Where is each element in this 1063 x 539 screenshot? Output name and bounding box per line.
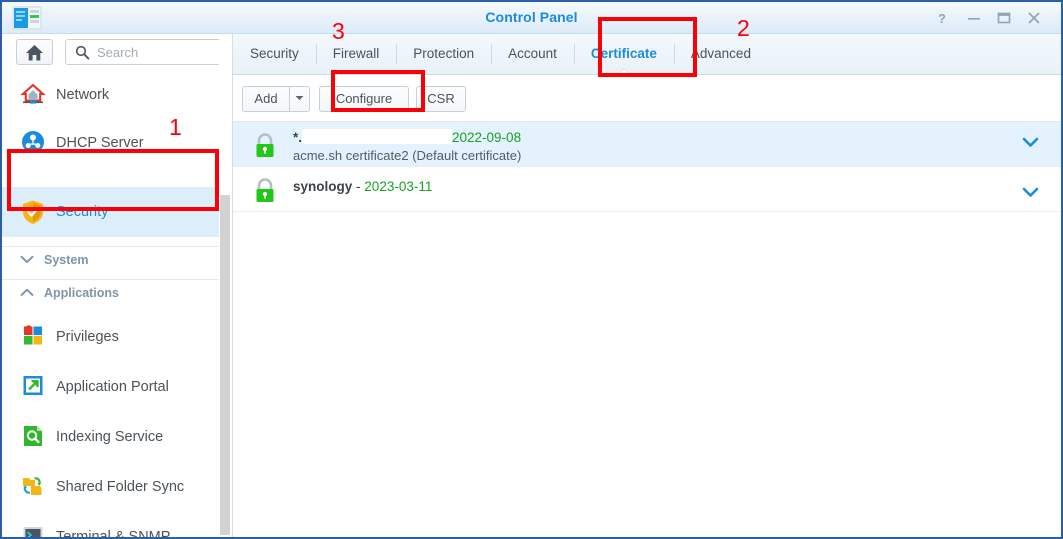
- certificate-name-line: synology - 2023-03-11: [293, 179, 432, 194]
- minimize-button[interactable]: [963, 9, 985, 27]
- tab-security[interactable]: Security: [233, 33, 316, 74]
- sidebar-scrollbar-thumb[interactable]: [220, 195, 230, 535]
- security-shield-icon: [20, 199, 50, 225]
- certificate-name-line: *. 2022-09-08: [293, 129, 521, 145]
- toolbar: Add Configure CSR: [233, 75, 1061, 122]
- sidebar: Network DHCP Server: [2, 34, 233, 537]
- title-bar[interactable]: Control Panel ?: [2, 2, 1061, 34]
- csr-button[interactable]: CSR: [416, 86, 466, 112]
- shared-folder-sync-icon: [20, 474, 50, 500]
- sidebar-item-privileges[interactable]: Privileges: [2, 313, 220, 361]
- chevron-down-icon[interactable]: [1022, 185, 1039, 203]
- main-panel: Security Firewall Protection Account Cer…: [233, 34, 1061, 537]
- certificate-date: 2022-09-08: [452, 130, 522, 145]
- add-dropdown-button[interactable]: [289, 86, 310, 112]
- svg-text:?: ?: [938, 11, 946, 25]
- tab-firewall[interactable]: Firewall: [315, 33, 397, 74]
- home-button[interactable]: [16, 39, 53, 65]
- sidebar-item-security[interactable]: Security: [2, 187, 220, 237]
- redaction-block: [302, 129, 453, 144]
- maximize-button[interactable]: [993, 9, 1015, 27]
- network-icon: [20, 82, 50, 108]
- terminal-snmp-icon: [20, 524, 50, 537]
- chevron-up-icon: [20, 286, 42, 300]
- tab-protection[interactable]: Protection: [396, 33, 491, 74]
- tab-certificate[interactable]: Certificate: [573, 33, 674, 75]
- sidebar-item-label: Network: [56, 87, 110, 103]
- sidebar-item-dhcp-server[interactable]: DHCP Server: [2, 119, 220, 167]
- sidebar-section-applications[interactable]: Applications: [2, 279, 220, 305]
- certificate-list: *. 2022-09-08 acme.sh certificate2 (Defau…: [233, 122, 1061, 537]
- control-panel-window: Control Panel ? Search Network DHCP Serv…: [0, 0, 1063, 539]
- search-box[interactable]: [65, 39, 225, 65]
- configure-button[interactable]: Configure: [319, 86, 409, 112]
- search-icon: [75, 45, 90, 65]
- sidebar-item-label: Application Portal: [56, 379, 169, 395]
- sidebar-scrollbar[interactable]: [219, 34, 232, 537]
- sidebar-item-application-portal[interactable]: Application Portal: [2, 363, 220, 411]
- indexing-service-icon: [20, 424, 50, 450]
- tab-label: Security: [250, 46, 299, 61]
- application-portal-icon: [20, 374, 50, 400]
- tab-label: Account: [508, 46, 557, 61]
- add-button[interactable]: Add: [242, 86, 289, 112]
- sidebar-item-label: Terminal & SNMP: [56, 529, 171, 539]
- sidebar-section-label: Applications: [44, 285, 120, 300]
- lock-icon: [252, 132, 278, 160]
- certificate-date: 2023-03-11: [364, 179, 433, 194]
- sidebar-item-shared-folder-sync[interactable]: Shared Folder Sync: [2, 463, 220, 511]
- sidebar-section-system[interactable]: System: [2, 246, 220, 272]
- sidebar-item-label: Indexing Service: [56, 429, 164, 445]
- sidebar-item-indexing-service[interactable]: Indexing Service: [2, 413, 220, 461]
- dhcp-server-icon: [20, 130, 50, 156]
- certificate-separator: -: [356, 179, 361, 194]
- sidebar-item-label: DHCP Server: [56, 135, 144, 151]
- chevron-down-icon[interactable]: [1022, 135, 1039, 153]
- tab-label: Certificate: [590, 46, 657, 61]
- sidebar-section-label: System: [44, 252, 89, 267]
- tab-bar: Security Firewall Protection Account Cer…: [233, 34, 1061, 75]
- sidebar-item-network[interactable]: Network: [2, 71, 220, 119]
- sidebar-search-bar: [2, 34, 233, 70]
- home-icon: [26, 45, 43, 61]
- privileges-icon: [20, 324, 50, 350]
- tab-label: Advanced: [690, 46, 751, 61]
- active-tab-notch: [615, 68, 632, 75]
- tab-label: Protection: [413, 46, 475, 61]
- search-input[interactable]: [97, 40, 221, 64]
- chevron-down-icon: [20, 253, 42, 267]
- caret-down-icon: [295, 91, 304, 106]
- certificate-row[interactable]: synology - 2023-03-11: [233, 167, 1061, 212]
- sidebar-item-label: Security: [56, 204, 109, 220]
- tab-advanced[interactable]: Advanced: [673, 33, 768, 74]
- certificate-description: acme.sh certificate2 (Default certificat…: [293, 148, 522, 163]
- certificate-row[interactable]: *. 2022-09-08 acme.sh certificate2 (Defau…: [233, 122, 1061, 167]
- help-button[interactable]: ?: [933, 9, 955, 27]
- tab-account[interactable]: Account: [491, 33, 574, 74]
- certificate-name: *.: [293, 130, 303, 145]
- sidebar-item-label: Privileges: [56, 329, 119, 345]
- certificate-name: synology: [293, 179, 353, 194]
- tab-label: Firewall: [332, 46, 380, 61]
- page-title: Control Panel: [485, 9, 578, 25]
- sidebar-item-label: Shared Folder Sync: [56, 479, 185, 495]
- sidebar-item-terminal-snmp[interactable]: Terminal & SNMP: [2, 513, 220, 539]
- close-button[interactable]: [1023, 9, 1045, 27]
- lock-icon: [252, 177, 278, 205]
